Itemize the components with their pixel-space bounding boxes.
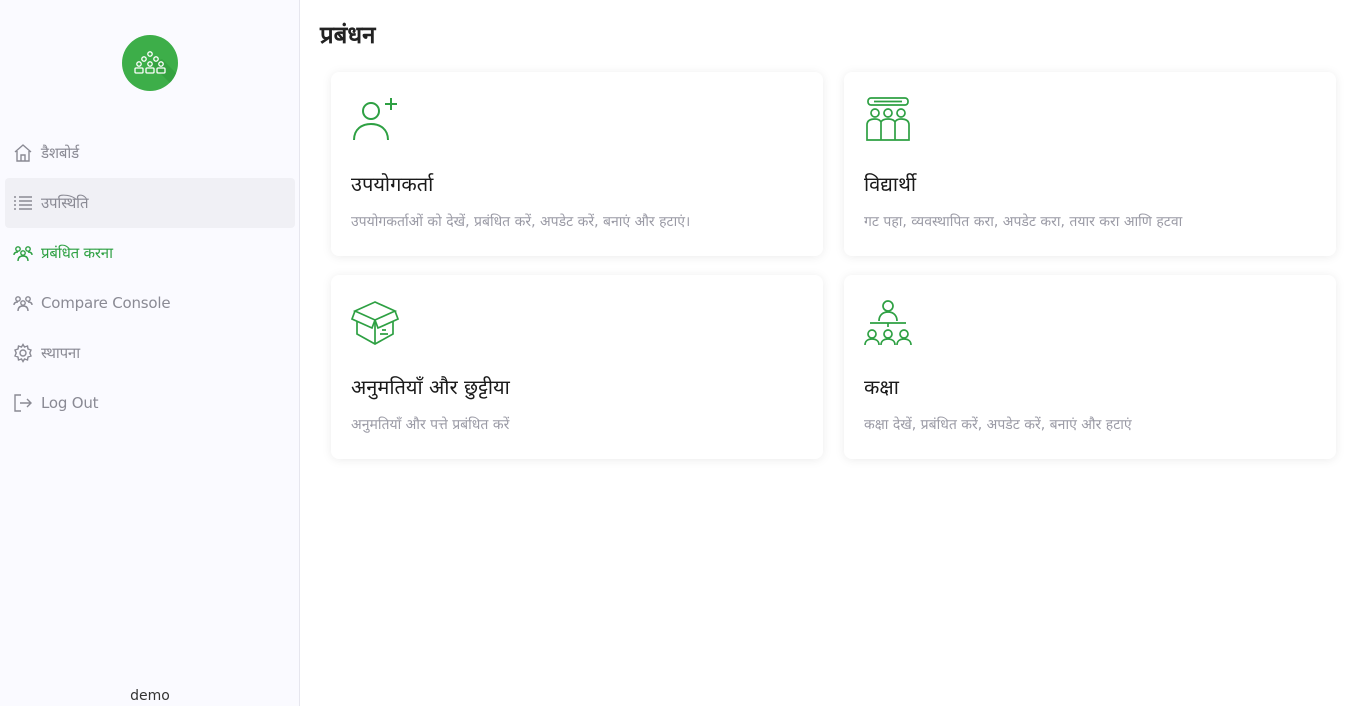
card-description: गट पहा, व्यवस्थापित करा, अपडेट करा, तयार… (864, 214, 1183, 230)
sidebar-item-label: उपस्थिति (41, 194, 89, 212)
card-title: कक्षा (864, 375, 899, 399)
card-students[interactable]: विद्यार्थी गट पहा, व्यवस्थापित करा, अपडे… (844, 72, 1336, 256)
users-icon (13, 243, 33, 263)
users-icon (13, 293, 33, 313)
sidebar-item-attendance[interactable]: उपस्थिति (5, 178, 295, 228)
card-users[interactable]: उपयोगकर्ता उपयोगकर्ताओं को देखें, प्रबंध… (331, 72, 823, 256)
card-permissions-leaves[interactable]: अनुमतियाँ और छुट्टीया अनुमतियाँ और पत्ते… (331, 275, 823, 459)
sidebar-item-label: Compare Console (41, 294, 171, 312)
sidebar-item-dashboard[interactable]: डैशबोर्ड (5, 128, 295, 178)
card-title: अनुमतियाँ और छुट्टीया (351, 375, 510, 399)
list-icon (13, 193, 33, 213)
sidebar-nav: डैशबोर्ड उपस्थिति प्रबंधित करना Compare … (5, 128, 295, 428)
sidebar-item-label: स्थापना (41, 344, 80, 362)
sidebar-item-label: डैशबोर्ड (41, 144, 79, 162)
app-logo[interactable] (122, 35, 178, 91)
sidebar-item-label: Log Out (41, 394, 99, 412)
card-title: विद्यार्थी (864, 172, 917, 196)
card-title: उपयोगकर्ता (351, 172, 434, 196)
sidebar-item-compare-console[interactable]: Compare Console (5, 278, 295, 328)
sidebar-item-settings[interactable]: स्थापना (5, 328, 295, 378)
gear-icon (13, 343, 33, 363)
card-description: उपयोगकर्ताओं को देखें, प्रबंधित करें, अप… (351, 214, 691, 230)
students-icon (864, 96, 912, 144)
main-content: प्रबंधन उपयोगकर्ता उपयोगकर्ताओं को देखें… (301, 0, 1366, 706)
card-classroom[interactable]: कक्षा कक्षा देखें, प्रबंधित करें, अपडेट … (844, 275, 1336, 459)
group-icon (134, 51, 178, 91)
home-icon (13, 143, 33, 163)
card-description: कक्षा देखें, प्रबंधित करें, अपडेट करें, … (864, 417, 1132, 433)
classroom-icon (864, 299, 912, 347)
box-icon (350, 299, 400, 347)
card-description: अनुमतियाँ और पत्ते प्रबंधित करें (351, 417, 510, 433)
user-plus-icon (351, 96, 399, 144)
sidebar-item-label: प्रबंधित करना (41, 244, 113, 262)
page-title: प्रबंधन (320, 21, 376, 49)
current-user-name: demo (130, 688, 170, 704)
sidebar-item-logout[interactable]: Log Out (5, 378, 295, 428)
sidebar-item-manage[interactable]: प्रबंधित करना (5, 228, 295, 278)
logout-icon (13, 393, 33, 413)
sidebar: डैशबोर्ड उपस्थिति प्रबंधित करना Compare … (0, 0, 300, 706)
